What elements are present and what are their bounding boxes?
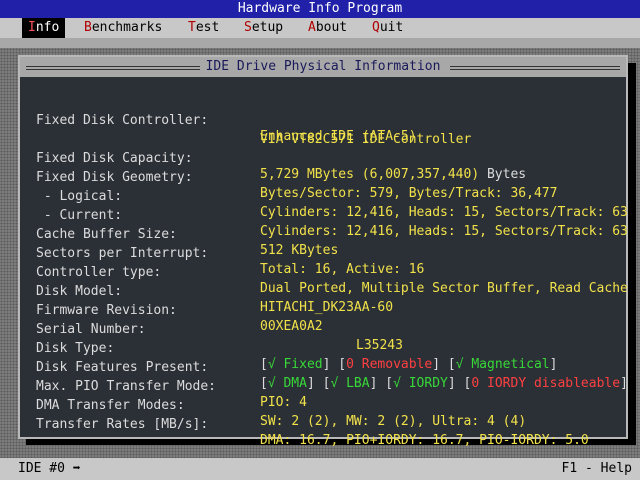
row-sectors-interrupt: Sectors per Interrupt: Total: 16, Active…: [36, 230, 626, 277]
title-rule-right: [450, 66, 620, 70]
row-dma-modes: DMA Transfer Modes: SW: 2 (2), MW: 2 (2)…: [36, 382, 626, 429]
menu-info[interactable]: Info: [22, 18, 66, 38]
menu-benchmarks-hotkey: B: [84, 20, 92, 35]
panel-title-bar: IDE Drive Physical Information: [20, 57, 626, 77]
menu-quit-hotkey: Q: [372, 20, 380, 35]
desktop-strip: [0, 38, 640, 48]
row-disk-type: Disk Type: [√ Fixed] [0 Removable] [√ Ma…: [36, 325, 626, 372]
rate-key: , PIO+IORDY:: [330, 433, 433, 448]
menu-setup-label: etup: [251, 20, 284, 35]
row-features: Disk Features Present: [√ DMA] [√ LBA] […: [36, 344, 628, 391]
help-hint[interactable]: F1 - Help: [562, 458, 632, 480]
rate-val: 16.7: [432, 433, 464, 448]
rate-val: 16.7: [299, 433, 331, 448]
row-cache: Cache Buffer Size: 512 KBytes: [36, 211, 626, 258]
menu-info-label: nfo: [35, 20, 60, 35]
drive-selector[interactable]: IDE #0 ➡: [18, 458, 81, 480]
menu-quit-label: uit: [379, 20, 404, 35]
row-transfer-rates: Transfer Rates [MB/s]: DMA: 16.7, PIO+IO…: [36, 401, 626, 448]
row-controller-chip: VIA VT82C571 IDE Controller: [36, 116, 626, 147]
rate-val: 5.0: [565, 433, 589, 448]
status-bar: IDE #0 ➡ F1 - Help: [0, 458, 640, 480]
menu-about[interactable]: About: [302, 18, 353, 38]
row-disk-model: Disk Model: HITACHI_DK23AA-60: [36, 268, 626, 315]
row-logical: - Logical: Cylinders: 12,416, Heads: 15,…: [36, 173, 628, 220]
menu-benchmarks-label: enchmarks: [91, 20, 163, 35]
menu-test[interactable]: Test: [182, 18, 225, 38]
menu-quit[interactable]: Quit: [366, 18, 409, 38]
row-pio-mode: Max. PIO Transfer Mode: PIO: 4: [36, 363, 626, 410]
ide-info-panel: IDE Drive Physical Information Fixed Dis…: [18, 55, 628, 448]
panel-title: IDE Drive Physical Information: [199, 59, 447, 74]
menu-setup[interactable]: Setup: [238, 18, 289, 38]
row-capacity: Fixed Disk Capacity: 5,729 MBytes (6,007…: [36, 135, 626, 182]
row-value: DMA: 16.7, PIO+IORDY: 16.7, PIO-IORDY: 5…: [260, 433, 589, 449]
menu-info-hotkey: I: [28, 20, 36, 35]
row-controller-type: Controller type: Dual Ported, Multiple S…: [36, 249, 628, 296]
rate-key: , PIO-IORDY:: [463, 433, 566, 448]
rate-key: DMA:: [260, 433, 300, 448]
menu-setup-hotkey: S: [244, 20, 252, 35]
menu-about-hotkey: A: [308, 20, 316, 35]
window-title: Hardware Info Program: [0, 0, 640, 18]
row-current: - Current: Cylinders: 12,416, Heads: 15,…: [36, 192, 628, 239]
row-label: Transfer Rates [MB/s]:: [36, 417, 209, 432]
menu-bar: Info Benchmarks Test Setup About Quit: [0, 18, 640, 38]
menu-about-label: bout: [315, 20, 348, 35]
panel-shadow-right: [628, 63, 636, 445]
menu-benchmarks[interactable]: Benchmarks: [78, 18, 168, 38]
menu-test-label: est: [195, 20, 220, 35]
row-firmware: Firmware Revision: 00XEA0A2: [36, 287, 626, 334]
row-geometry: Fixed Disk Geometry: Bytes/Sector: 579, …: [36, 154, 626, 201]
menu-test-hotkey: T: [188, 20, 196, 35]
row-serial: Serial Number: L35243: [36, 306, 626, 353]
row-controller: Fixed Disk Controller: Enhanced IDE (ATA…: [36, 97, 626, 144]
title-rule-left: [26, 66, 216, 70]
